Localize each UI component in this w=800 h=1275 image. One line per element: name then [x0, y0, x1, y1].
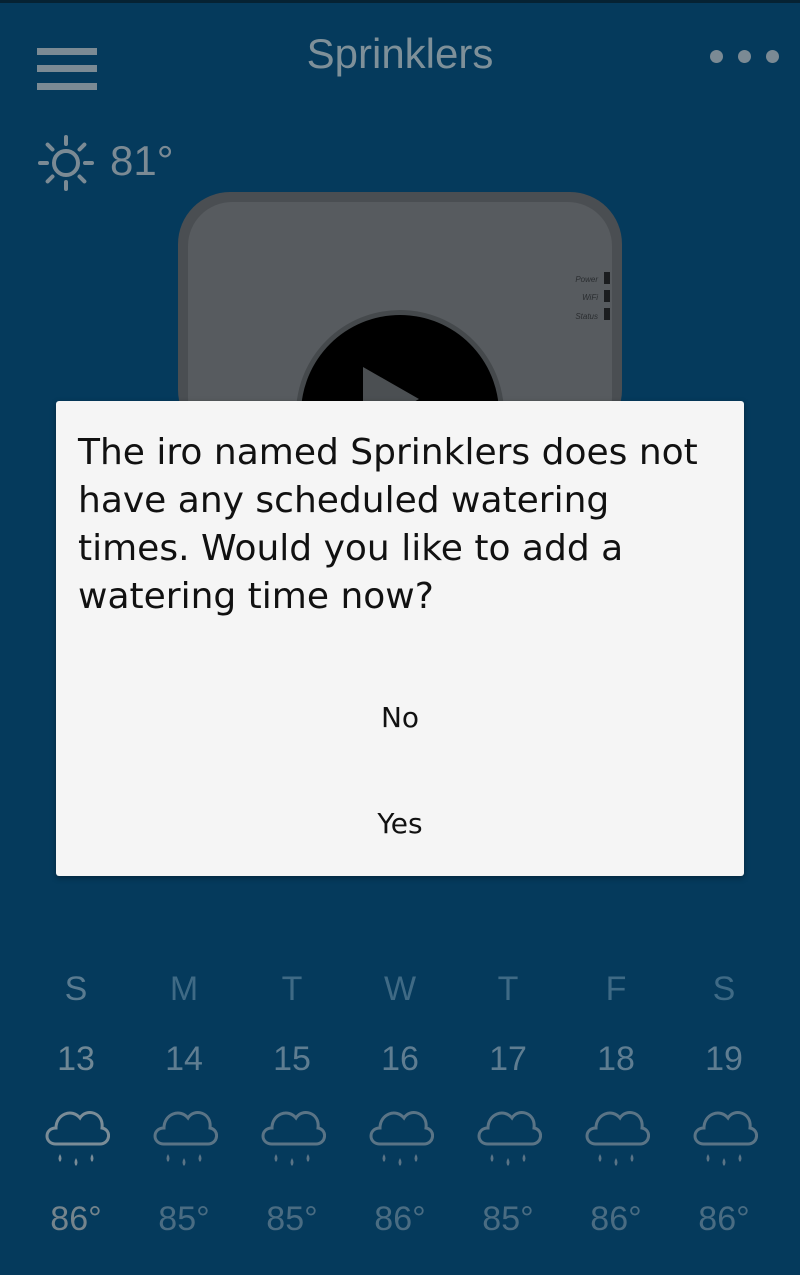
forecast-date: 18 — [597, 1040, 635, 1078]
forecast-date: 14 — [165, 1040, 203, 1078]
forecast-day: F 18 86° — [562, 960, 670, 1260]
wifi-led — [604, 290, 610, 302]
forecast-day: S 13 86° — [22, 960, 130, 1260]
forecast-day: W 16 86° — [346, 960, 454, 1260]
forecast-date: 16 — [381, 1040, 419, 1078]
rain-cloud-icon — [585, 1111, 650, 1166]
wifi-indicator-label: WiFi — [582, 293, 598, 302]
no-button[interactable]: No — [56, 673, 744, 763]
dialog-message: The iro named Sprinklers does not have a… — [78, 432, 698, 617]
forecast-weekday: S — [64, 970, 88, 1008]
forecast-weekday: S — [712, 970, 736, 1008]
forecast-day: S 19 86° — [670, 960, 778, 1260]
sun-icon — [38, 135, 94, 191]
forecast-date: 17 — [489, 1040, 527, 1078]
rain-cloud-icon — [261, 1111, 326, 1166]
forecast-temperature: 86° — [590, 1200, 642, 1238]
yes-button[interactable]: Yes — [56, 779, 744, 869]
current-temperature: 81° — [110, 137, 174, 184]
forecast-day: T 17 85° — [454, 960, 562, 1260]
forecast-date: 15 — [273, 1040, 311, 1078]
weekly-forecast: S 13 86° M 14 85° T 15 85° W 16 86° T 17… — [22, 960, 778, 1260]
forecast-temperature: 86° — [698, 1200, 750, 1238]
rain-cloud-icon — [477, 1111, 542, 1166]
forecast-day: T 15 85° — [238, 960, 346, 1260]
power-indicator-label: Power — [575, 275, 598, 284]
forecast-weekday: W — [383, 970, 417, 1008]
forecast-date: 13 — [57, 1040, 95, 1078]
power-led — [604, 272, 610, 284]
status-bar-edge — [0, 0, 800, 3]
forecast-temperature: 85° — [158, 1200, 210, 1238]
page-title: Sprinklers — [306, 30, 494, 77]
schedule-prompt-dialog: The iro named Sprinklers does not have a… — [56, 401, 744, 876]
more-dots-icon[interactable] — [710, 50, 780, 64]
forecast-weekday: T — [281, 970, 303, 1008]
forecast-temperature: 86° — [50, 1200, 102, 1238]
forecast-day: M 14 85° — [130, 960, 238, 1260]
forecast-date: 19 — [705, 1040, 743, 1078]
status-led — [604, 308, 610, 320]
rain-cloud-icon — [369, 1111, 434, 1166]
rain-cloud-icon — [693, 1111, 758, 1166]
forecast-weekday: F — [605, 970, 627, 1008]
forecast-temperature: 85° — [482, 1200, 534, 1238]
rain-cloud-icon — [45, 1111, 110, 1166]
forecast-temperature: 85° — [266, 1200, 318, 1238]
rain-cloud-icon — [153, 1111, 218, 1166]
forecast-temperature: 86° — [374, 1200, 426, 1238]
forecast-weekday: T — [497, 970, 519, 1008]
forecast-weekday: M — [169, 970, 199, 1008]
status-indicator-label: Status — [575, 312, 598, 321]
